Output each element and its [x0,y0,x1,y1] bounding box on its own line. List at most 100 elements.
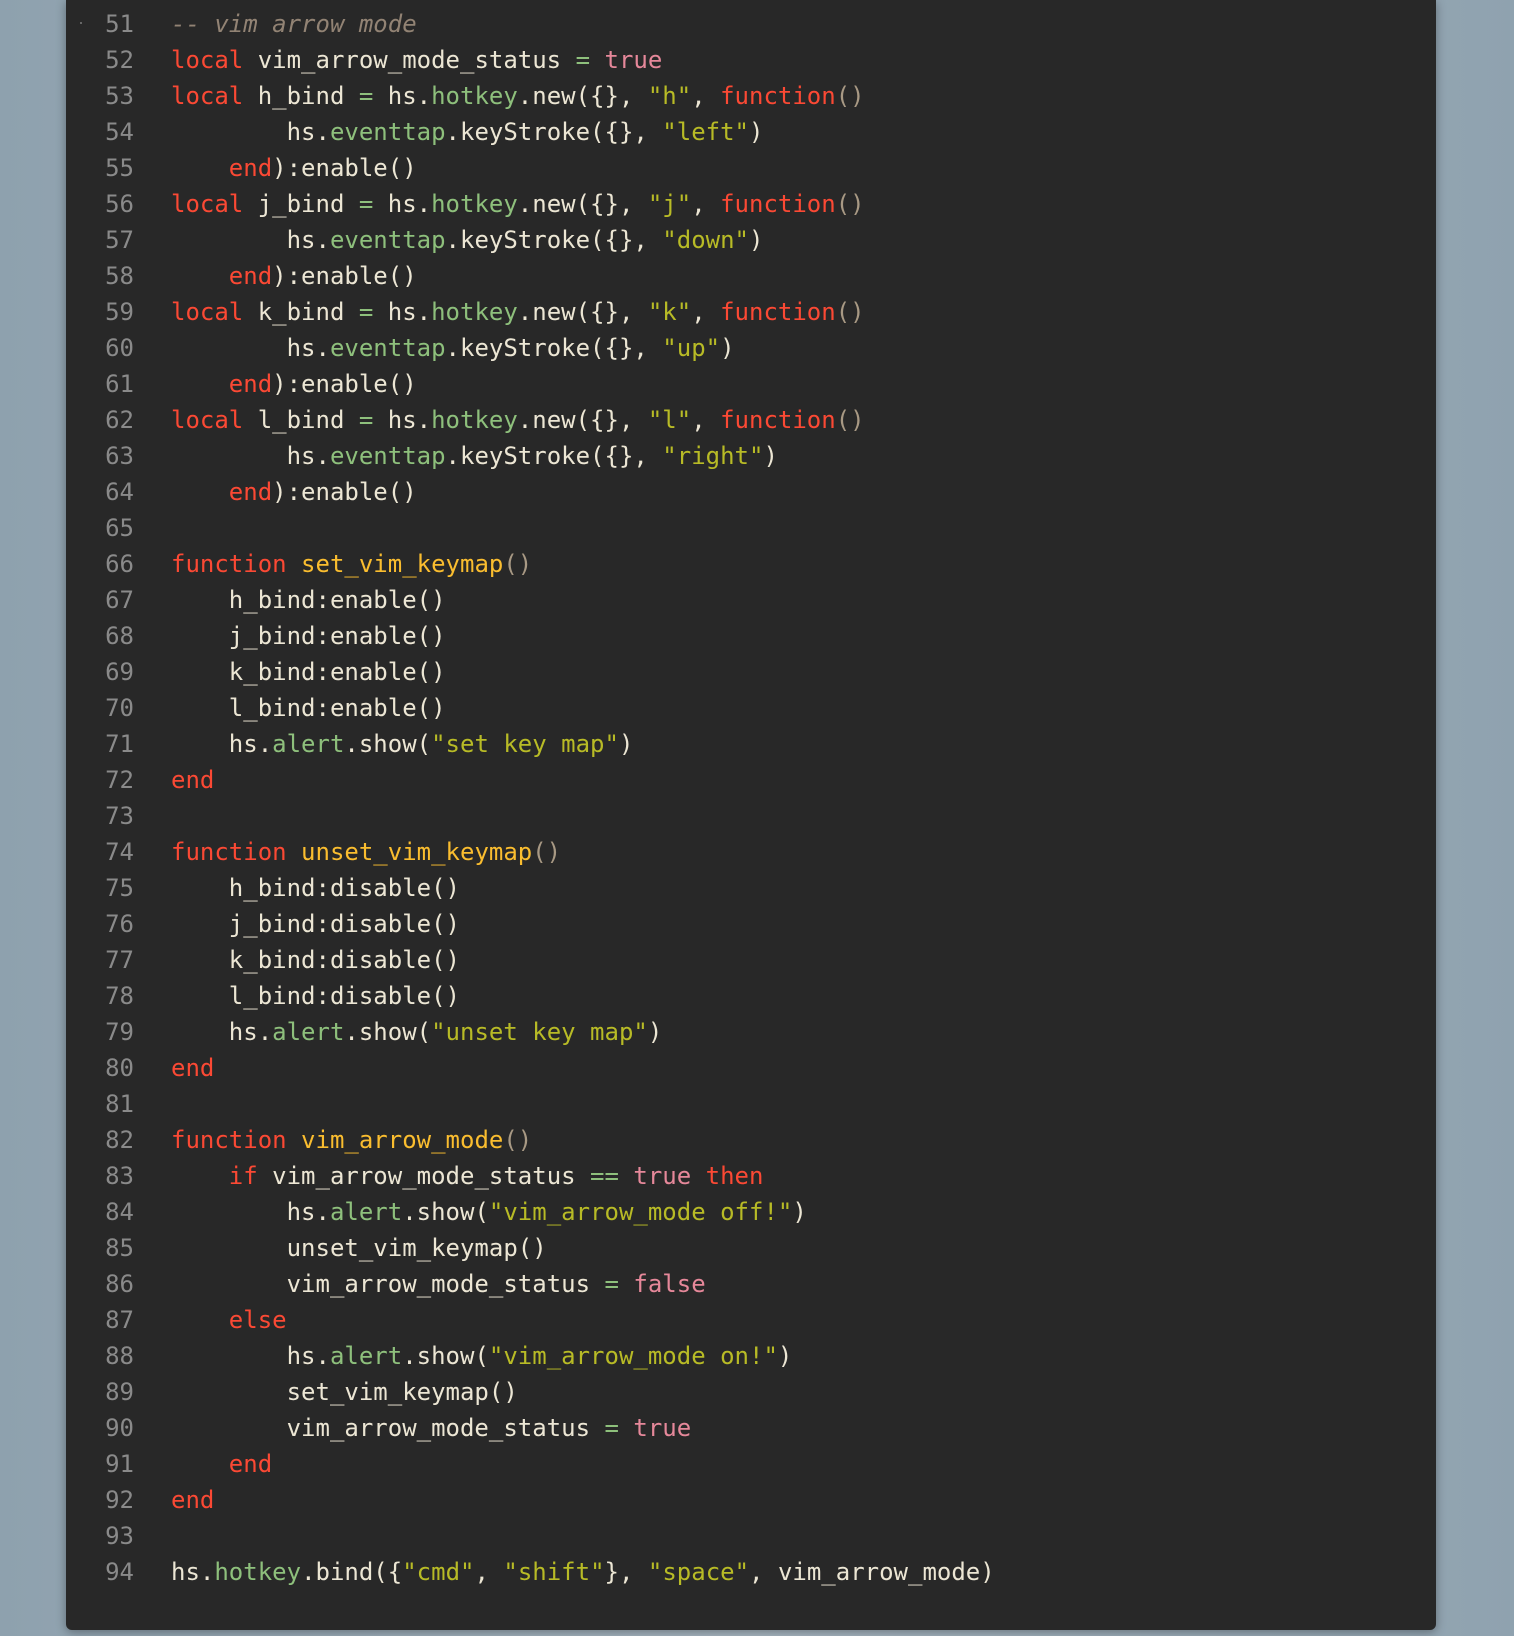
line-content: k_bind:enable() [171,654,446,690]
code-line[interactable]: 78 l_bind:disable() [66,978,1436,1014]
code-line[interactable]: 89 set_vim_keymap() [66,1374,1436,1410]
code-token-kw: function [171,550,287,578]
line-content: vim_arrow_mode_status = true [171,1410,692,1446]
code-line[interactable]: 61 end):enable() [66,366,1436,402]
line-content: l_bind:disable() [171,978,460,1014]
code-line[interactable]: 63 hs.eventtap.keyStroke({}, "right") [66,438,1436,474]
code-line[interactable]: 53 local h_bind = hs.hotkey.new({}, "h", … [66,78,1436,114]
code-token-plain: }, [604,1558,648,1586]
code-line[interactable]: 91 end [66,1446,1436,1482]
code-line[interactable]: 86 vim_arrow_mode_status = false [66,1266,1436,1302]
code-line[interactable]: 94 hs.hotkey.bind({"cmd", "shift"}, "spac… [66,1554,1436,1590]
code-line[interactable]: 73 [66,798,1436,834]
code-token-plain: ) [647,1018,663,1046]
code-token-plain: , [691,298,721,326]
line-number: 59 [105,298,134,326]
code-token-plain: .show( [344,730,432,758]
code-line[interactable]: 85 unset_vim_keymap() [66,1230,1436,1266]
code-token-plain: .keyStroke({}, [445,118,663,146]
code-line[interactable]: 84 hs.alert.show("vim_arrow_mode off!") [66,1194,1436,1230]
code-token-mod: eventtap [329,118,446,146]
code-token-kw: end [228,1450,273,1478]
code-line[interactable]: 65 [66,510,1436,546]
code-token-kw: function [720,298,836,326]
line-content: hs.eventtap.keyStroke({}, "up") [171,330,735,366]
line-content: end [171,1482,214,1518]
code-token-plain: k_bind [243,298,359,326]
code-line[interactable]: 71 hs.alert.show("set key map") [66,726,1436,762]
code-token-plain: j_bind:enable() [171,622,446,650]
code-token-plain: ) [777,1342,793,1370]
code-line[interactable]: 64 end):enable() [66,474,1436,510]
code-area[interactable]: 51 -- vim arrow mode 52 local vim_arrow_mod… [66,6,1436,1590]
code-line[interactable]: 55 end):enable() [66,150,1436,186]
code-line[interactable]: 54 hs.eventtap.keyStroke({}, "left") [66,114,1436,150]
code-token-plain: , [691,190,721,218]
code-line[interactable]: 72 end [66,762,1436,798]
code-token-plain: k_bind:enable() [171,658,446,686]
code-line[interactable]: 60 hs.eventtap.keyStroke({}, "up") [66,330,1436,366]
code-line[interactable]: 57 hs.eventtap.keyStroke({}, "down") [66,222,1436,258]
code-line[interactable]: 62 local l_bind = hs.hotkey.new({}, "l", … [66,402,1436,438]
code-line[interactable]: 51 -- vim arrow mode [66,6,1436,42]
code-line[interactable]: 77 k_bind:disable() [66,942,1436,978]
line-number: 82 [105,1126,134,1154]
code-line[interactable]: 66 function set_vim_keymap() [66,546,1436,582]
line-number: 79 [105,1018,134,1046]
code-token-plain: .keyStroke({}, [445,226,663,254]
code-token-str: "up" [662,334,721,362]
line-number: 90 [105,1414,134,1442]
code-line[interactable]: 92 end [66,1482,1436,1518]
line-number: 81 [105,1090,134,1118]
code-token-plain: ):enable() [272,154,417,182]
line-content: set_vim_keymap() [171,1374,518,1410]
code-token-fn: unset_vim_keymap [301,838,533,866]
line-content: end [171,1446,272,1482]
code-token-str: "unset key map" [431,1018,648,1046]
line-content: local k_bind = hs.hotkey.new({}, "k", fu… [171,294,865,330]
code-token-plain: , vim_arrow_mode) [749,1558,995,1586]
code-token-plain: .new({}, [517,190,648,218]
code-token-plain: h_bind:enable() [171,586,446,614]
line-content: end):enable() [171,366,417,402]
line-number: 76 [105,910,134,938]
code-token-paren-dim: () [835,190,865,218]
line-content: local h_bind = hs.hotkey.new({}, "h", fu… [171,78,865,114]
code-line[interactable]: 80 end [66,1050,1436,1086]
code-token-str: "k" [647,298,692,326]
code-token-kw: end [171,1054,215,1082]
code-line[interactable]: 75 h_bind:disable() [66,870,1436,906]
code-line[interactable]: 81 [66,1086,1436,1122]
code-token-str: "vim_arrow_mode on!" [488,1342,778,1370]
code-line[interactable]: 70 l_bind:enable() [66,690,1436,726]
code-token-plain: l_bind:enable() [171,694,446,722]
code-token-plain: , [691,82,721,110]
code-line[interactable]: 74 function unset_vim_keymap() [66,834,1436,870]
code-line[interactable]: 52 local vim_arrow_mode_status = true [66,42,1436,78]
code-token-kw: end [171,1486,215,1514]
code-line[interactable]: 56 local j_bind = hs.hotkey.new({}, "j", … [66,186,1436,222]
code-line[interactable]: 87 else [66,1302,1436,1338]
code-token-bool: false [633,1270,706,1298]
line-content: local j_bind = hs.hotkey.new({}, "j", fu… [171,186,865,222]
code-line[interactable]: 69 k_bind:enable() [66,654,1436,690]
code-line[interactable]: 59 local k_bind = hs.hotkey.new({}, "k", … [66,294,1436,330]
code-token-paren-dim: () [835,82,865,110]
code-editor[interactable]: 51 -- vim arrow mode 52 local vim_arrow_mod… [66,0,1436,1630]
code-line[interactable]: 90 vim_arrow_mode_status = true [66,1410,1436,1446]
code-line[interactable]: 88 hs.alert.show("vim_arrow_mode on!") [66,1338,1436,1374]
code-line[interactable]: 79 hs.alert.show("unset key map") [66,1014,1436,1050]
code-token-kw: then [705,1162,764,1190]
code-line[interactable]: 67 h_bind:enable() [66,582,1436,618]
code-line[interactable]: 76 j_bind:disable() [66,906,1436,942]
code-line[interactable]: 83 if vim_arrow_mode_status == true then [66,1158,1436,1194]
code-line[interactable]: 82 function vim_arrow_mode() [66,1122,1436,1158]
code-line[interactable]: 93 [66,1518,1436,1554]
line-content: -- vim arrow mode [171,6,417,42]
code-line[interactable]: 68 j_bind:enable() [66,618,1436,654]
code-line[interactable]: 58 end):enable() [66,258,1436,294]
